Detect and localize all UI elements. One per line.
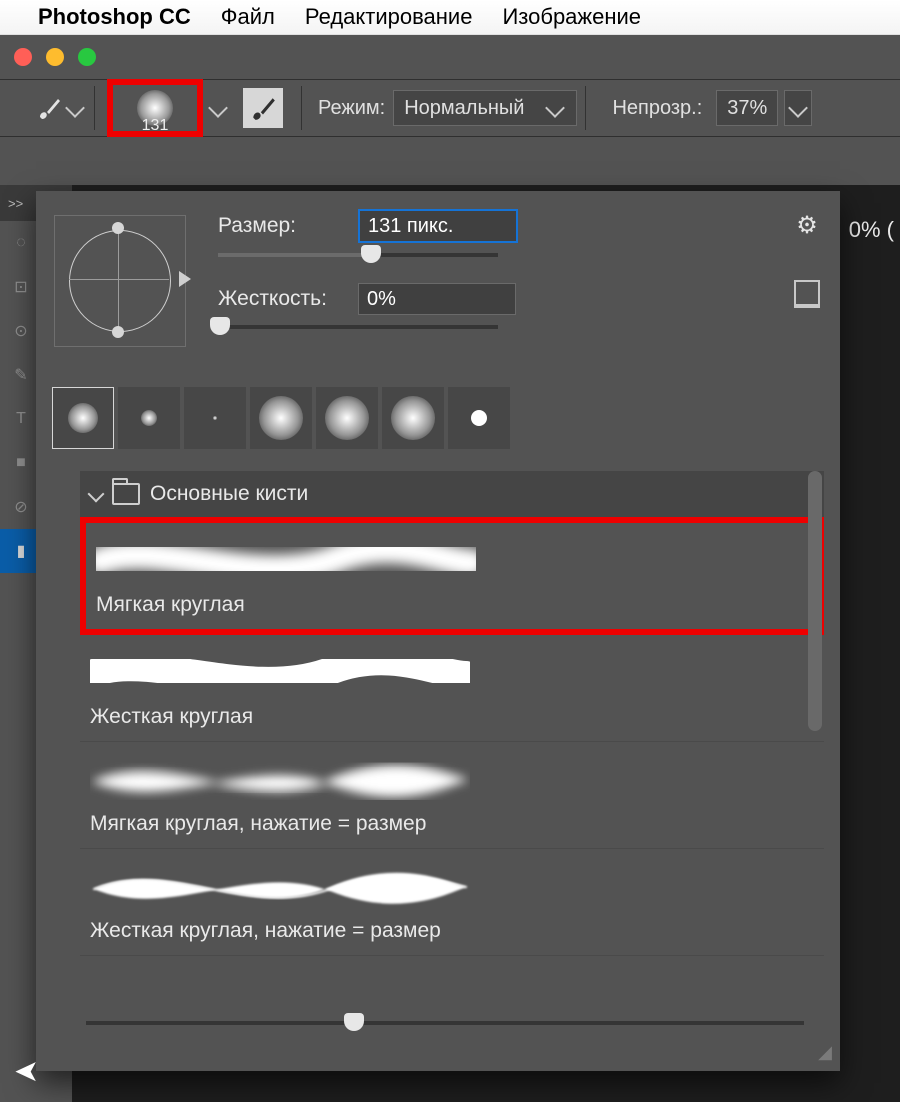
brush-stroke-preview — [96, 533, 808, 587]
cursor-icon: ➤ — [14, 1054, 39, 1089]
chevron-down-icon — [88, 486, 105, 503]
divider — [94, 86, 95, 130]
folder-label: Основные кисти — [150, 482, 308, 506]
recent-brush[interactable] — [382, 387, 444, 449]
divider — [301, 86, 302, 130]
size-slider[interactable] — [218, 253, 498, 257]
brush-angle-control[interactable] — [54, 215, 186, 347]
recent-brush[interactable] — [448, 387, 510, 449]
brush-item[interactable]: Жесткая круглая — [80, 635, 824, 742]
window-controls — [14, 48, 96, 66]
new-preset-icon[interactable] — [794, 280, 820, 308]
brush-stroke-preview — [90, 752, 814, 806]
app-name[interactable]: Photoshop CC — [38, 4, 191, 30]
brush-item-label: Мягкая круглая, нажатие = размер — [90, 812, 814, 836]
macos-menubar: Photoshop CC Файл Редактирование Изображ… — [0, 0, 900, 35]
tool-options-bar: 131 Режим: Нормальный Непрозр.: 37% — [0, 79, 900, 137]
brush-stroke-preview — [90, 645, 814, 699]
brush-preset-panel: Размер: Жесткость: ⚙ — [36, 191, 840, 1071]
menu-image[interactable]: Изображение — [502, 4, 641, 30]
folder-icon — [112, 483, 140, 505]
brush-item-label: Жесткая круглая — [90, 705, 814, 729]
slider-thumb[interactable] — [361, 245, 381, 263]
slider-thumb[interactable] — [210, 317, 230, 335]
recent-brush[interactable] — [118, 387, 180, 449]
mode-label: Режим: — [318, 97, 385, 120]
brush-folder-header[interactable]: Основные кисти — [80, 471, 824, 517]
scrollbar[interactable] — [808, 471, 822, 731]
minimize-icon[interactable] — [46, 48, 64, 66]
hardness-input[interactable] — [358, 283, 516, 315]
opacity-value[interactable]: 37% — [716, 90, 778, 126]
menu-file[interactable]: Файл — [221, 4, 275, 30]
chevron-down-icon[interactable] — [65, 98, 85, 118]
brush-item[interactable]: Мягкая круглая — [80, 517, 824, 635]
chevron-down-icon[interactable] — [208, 98, 228, 118]
hardness-label: Жесткость: — [218, 287, 358, 311]
blend-mode-value: Нормальный — [404, 97, 524, 120]
window-titlebar — [0, 35, 900, 79]
opacity-chevron[interactable] — [784, 90, 812, 126]
chevron-down-icon — [788, 98, 808, 118]
brush-size-number: 131 — [113, 117, 197, 135]
recent-brushes — [52, 387, 824, 449]
hardness-slider[interactable] — [218, 325, 498, 329]
brush-preset-picker[interactable]: 131 — [107, 79, 203, 137]
close-icon[interactable] — [14, 48, 32, 66]
recent-brush[interactable] — [250, 387, 312, 449]
recent-brush[interactable] — [52, 387, 114, 449]
zoom-icon[interactable] — [78, 48, 96, 66]
brush-list: Основные кисти Мягкая круглая Жесткая кр… — [80, 471, 824, 991]
blend-mode-select[interactable]: Нормальный — [393, 90, 577, 126]
gear-icon[interactable]: ⚙ — [796, 211, 818, 240]
slider-thumb[interactable] — [344, 1013, 364, 1031]
size-label: Размер: — [218, 214, 358, 238]
recent-brush[interactable] — [316, 387, 378, 449]
brush-item[interactable]: Жесткая круглая, нажатие = размер — [80, 849, 824, 956]
opacity-label: Непрозр.: — [612, 97, 702, 120]
chevron-down-icon — [546, 98, 566, 118]
resize-handle-icon[interactable]: ◢ — [818, 1042, 832, 1063]
brush-panel-toggle[interactable] — [243, 88, 283, 128]
document-zoom-label: 0% ( — [849, 217, 894, 243]
recent-brush[interactable] — [184, 387, 246, 449]
preview-size-slider[interactable] — [86, 1021, 804, 1025]
brush-item-label: Жесткая круглая, нажатие = размер — [90, 919, 814, 943]
app-window: 131 Режим: Нормальный Непрозр.: 37% >> 0… — [0, 35, 900, 1102]
size-input[interactable] — [358, 209, 518, 243]
brush-stroke-preview — [90, 859, 814, 913]
brush-tool-icon[interactable] — [36, 95, 62, 121]
divider — [585, 86, 586, 130]
brush-item-label: Мягкая круглая — [96, 593, 808, 617]
brush-item[interactable]: Мягкая круглая, нажатие = размер — [80, 742, 824, 849]
menu-edit[interactable]: Редактирование — [305, 4, 473, 30]
